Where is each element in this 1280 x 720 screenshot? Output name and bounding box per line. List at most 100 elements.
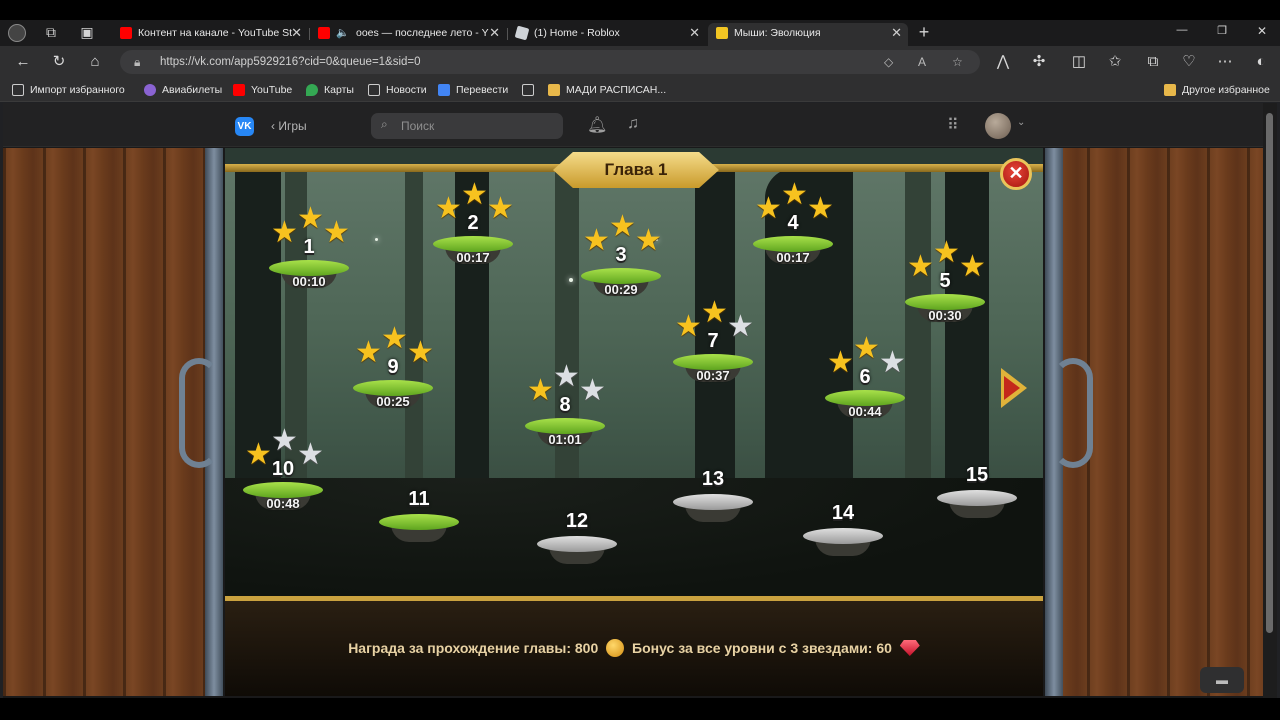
news-icon	[368, 84, 380, 96]
level-time: 00:29	[604, 282, 638, 297]
level-14[interactable]: 14	[801, 496, 885, 586]
favorites-icon[interactable]: ✩	[1104, 52, 1126, 72]
level-platform	[673, 494, 753, 510]
profile-icon[interactable]	[8, 24, 26, 42]
level-number: 3	[615, 244, 627, 266]
bookmark-maps[interactable]: Карты	[306, 82, 354, 98]
bookmark-label: YouTube	[251, 84, 293, 96]
level-number: 2	[467, 212, 479, 234]
tab-roblox[interactable]: (1) Home - Roblox ✕	[508, 23, 706, 46]
tab-youtube-music[interactable]: 🔈 ooes — последнее лето - Y ✕	[310, 23, 506, 46]
level-2[interactable]: ★ ★ ★ 2 00:17	[431, 172, 515, 265]
level-1[interactable]: ★ ★ ★ 1 00:10	[267, 196, 351, 289]
notifications-bell-icon[interactable]: 🔔︎	[587, 115, 607, 135]
level-9[interactable]: ★ ★ ★ 9 00:25	[351, 316, 435, 409]
bookmark-label: Карты	[324, 84, 354, 96]
gold-star-icon: ★	[381, 322, 408, 355]
chevron-down-icon[interactable]: ⌄	[1017, 117, 1025, 128]
bookmark-news[interactable]: Новости	[368, 82, 427, 98]
scrollbar-thumb[interactable]	[1266, 113, 1273, 633]
page-content: VK ‹ Игры ⌕ Поиск 🔔︎ ♫ ⠿ ⌄ Глава 1 ✕ ★ ★…	[3, 103, 1263, 698]
copilot-icon[interactable]: ◐	[1250, 52, 1272, 72]
puzzle-icon[interactable]: ✣	[1028, 52, 1050, 72]
level-5[interactable]: ★ ★ ★ 5 00:30	[903, 230, 987, 323]
coin-icon	[606, 639, 625, 657]
bookmarks-bar: Импорт избранного Авиабилеты YouTube Кар…	[0, 78, 1280, 102]
bookmark-translate[interactable]: Перевести	[438, 82, 508, 98]
vk-search-input[interactable]: ⌕ Поиск	[371, 113, 563, 139]
bookmark-label: Импорт избранного	[30, 84, 125, 96]
page-icon	[522, 84, 534, 96]
new-tab-button[interactable]: +	[914, 22, 934, 43]
tab-actions-icon[interactable]: ▣	[78, 24, 96, 41]
gold-star-icon: ★	[461, 178, 488, 211]
level-3[interactable]: ★ ★ ★ 3 00:29	[579, 204, 663, 297]
level-7[interactable]: ★ ★ ★ 7 00:37	[671, 290, 755, 383]
level-number: 9	[387, 356, 399, 378]
gold-star-icon: ★	[297, 202, 324, 235]
back-to-games-link[interactable]: ‹ Игры	[271, 116, 307, 136]
tab-label: (1) Home - Roblox	[534, 27, 620, 39]
vk-header: VK ‹ Игры ⌕ Поиск 🔔︎ ♫ ⠿ ⌄	[3, 103, 1263, 147]
home-icon[interactable]: ⌂	[84, 52, 106, 72]
level-11[interactable]: 11	[377, 482, 461, 572]
level-6[interactable]: ★ ★ ★ 6 00:44	[823, 326, 907, 419]
level-time: 00:30	[928, 308, 962, 323]
level-10[interactable]: ★ ★ ★ 10 00:48	[241, 418, 325, 511]
read-aloud-icon[interactable]: A	[918, 50, 926, 74]
favorite-star-icon[interactable]: ☆	[952, 50, 963, 74]
ruby-icon	[899, 640, 920, 656]
browser-window: ⧉ ▣ Контент на канале - YouTube St ✕ 🔈 o…	[0, 20, 1280, 698]
tag-icon[interactable]: ◇	[884, 50, 893, 74]
avatar[interactable]	[985, 113, 1011, 139]
lock-icon[interactable]: 🔒︎	[134, 50, 140, 74]
browser-essentials-icon[interactable]: ♡	[1178, 52, 1200, 72]
music-icon[interactable]: ♫	[627, 115, 639, 133]
tab-mice-evolution[interactable]: Мыши: Эволюция ✕	[708, 23, 908, 46]
extension-icon[interactable]: ⋀	[992, 52, 1014, 72]
gold-star-icon: ★	[781, 178, 808, 211]
folder-icon	[548, 84, 560, 96]
level-number: 12	[565, 510, 589, 532]
level-platform	[537, 536, 617, 552]
level-15[interactable]: 15	[935, 458, 1019, 548]
level-13[interactable]: 13	[671, 462, 755, 552]
level-platform	[803, 528, 883, 544]
vk-logo[interactable]: VK	[235, 117, 254, 136]
url-text[interactable]: https://vk.com/app5929216?cid=0&queue=1&…	[160, 50, 421, 74]
refresh-icon[interactable]: ↻	[48, 52, 70, 72]
tab-youtube-studio[interactable]: Контент на канале - YouTube St ✕	[112, 23, 308, 46]
minimize-button[interactable]: —	[1172, 24, 1192, 36]
level-number: 15	[965, 464, 989, 486]
close-tab-icon[interactable]: ✕	[291, 23, 302, 43]
close-button[interactable]: ✕	[1000, 158, 1032, 190]
split-screen-icon[interactable]: ◫	[1068, 52, 1090, 72]
maximize-button[interactable]: ❐	[1212, 24, 1232, 37]
close-tab-icon[interactable]: ✕	[891, 23, 902, 43]
page-scrollbar[interactable]	[1263, 103, 1277, 698]
tab-label: Контент на канале - YouTube St	[138, 27, 293, 39]
bookmark-flights[interactable]: Авиабилеты	[144, 82, 222, 98]
close-tab-icon[interactable]: ✕	[689, 23, 700, 43]
level-4[interactable]: ★ ★ ★ 4 00:17	[751, 172, 835, 265]
reward-line: Награда за прохождение главы: 800 Бонус …	[225, 639, 1043, 657]
level-8[interactable]: ★ ★ ★ 8 01:01	[523, 354, 607, 447]
back-arrow-icon[interactable]: ←	[12, 52, 34, 72]
level-time: 00:44	[848, 404, 882, 419]
level-12[interactable]: 12	[535, 504, 619, 594]
next-chapter-arrow-inner[interactable]	[1004, 376, 1020, 400]
more-menu-icon[interactable]: ⋯	[1214, 52, 1236, 72]
bookmark-other[interactable]: Другое избранное	[1164, 82, 1270, 98]
address-bar[interactable]: 🔒︎ https://vk.com/app5929216?cid=0&queue…	[120, 50, 980, 74]
bookmark-youtube[interactable]: YouTube	[233, 82, 292, 98]
chapter-title: Глава 1	[553, 152, 719, 188]
workspaces-icon[interactable]: ⧉	[42, 24, 60, 41]
close-window-button[interactable]: ✕	[1252, 24, 1272, 38]
collections-icon[interactable]: ⧉	[1142, 52, 1164, 72]
bookmark-madi[interactable]: МАДИ РАСПИСАН...	[548, 82, 666, 98]
chat-icon[interactable]: ▬	[1200, 667, 1244, 693]
bookmark-import[interactable]: Импорт избранного	[12, 82, 125, 98]
bookmark-label: МАДИ РАСПИСАН...	[566, 84, 667, 96]
apps-grid-icon[interactable]: ⠿	[947, 115, 959, 135]
close-tab-icon[interactable]: ✕	[489, 23, 500, 43]
